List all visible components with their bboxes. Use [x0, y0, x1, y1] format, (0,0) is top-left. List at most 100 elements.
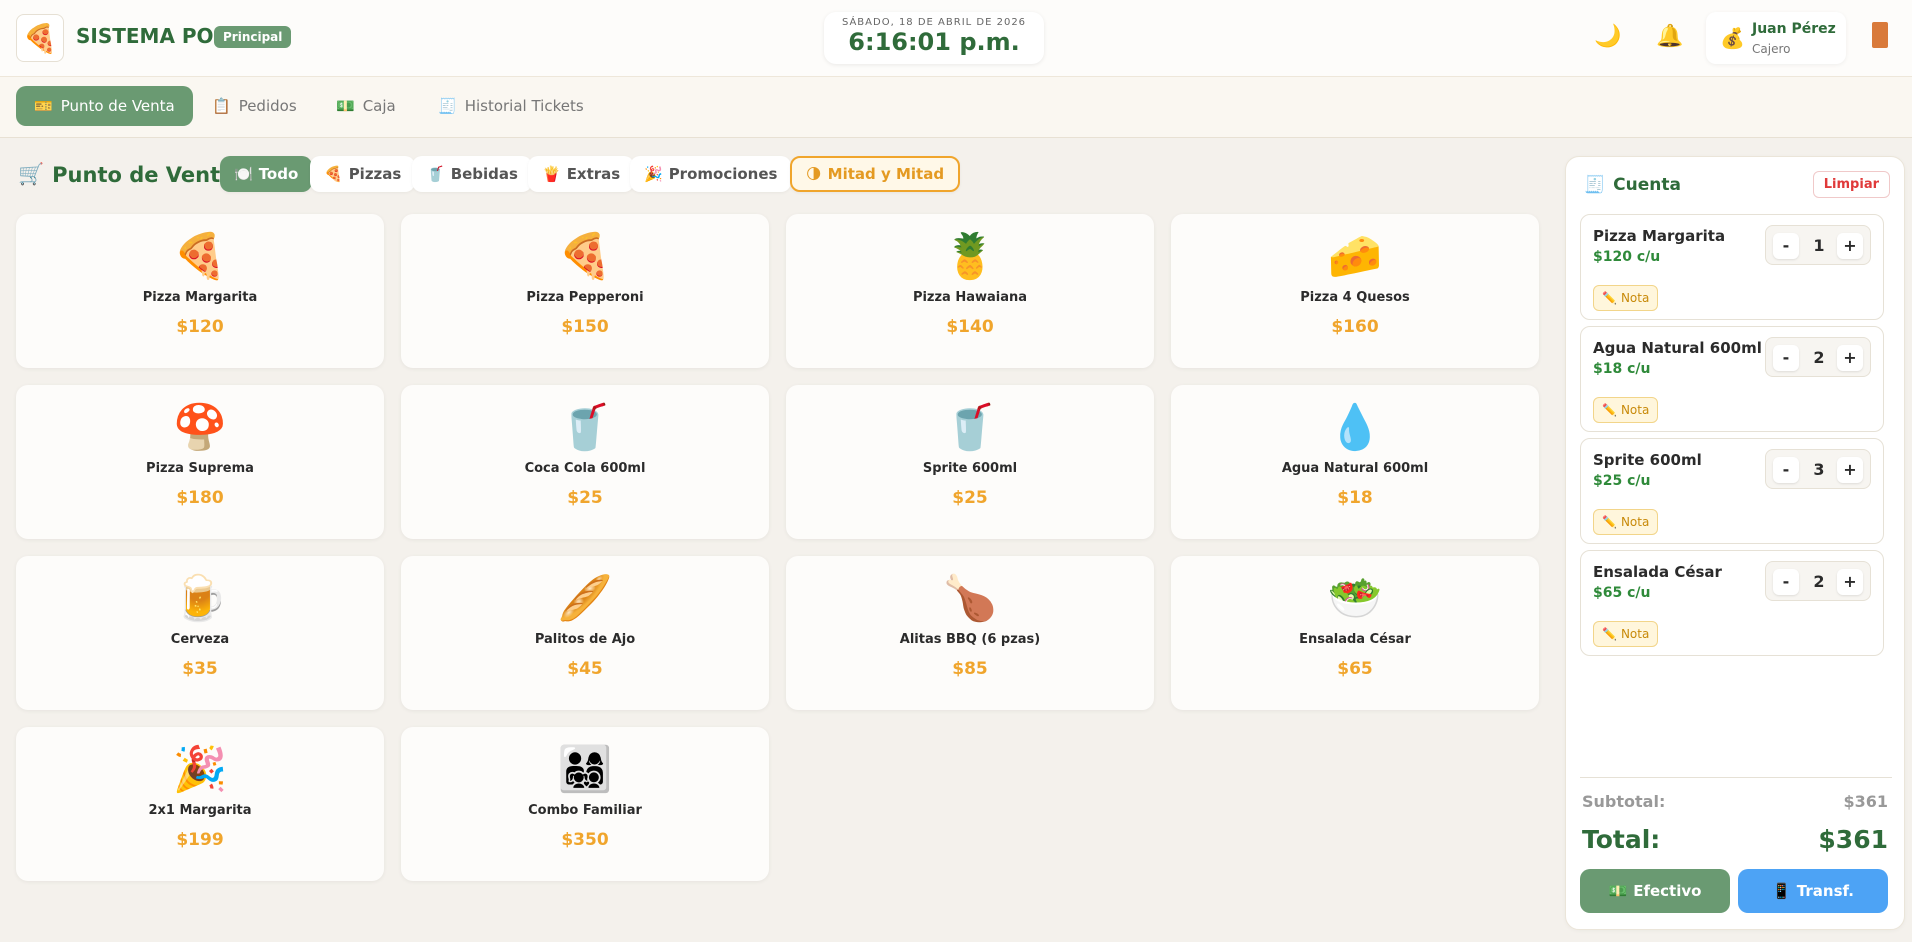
increase-qty-button[interactable]: +: [1837, 233, 1863, 259]
drink-icon: 🥤: [426, 165, 445, 183]
receipt-icon: 🧾: [438, 97, 457, 115]
product-card[interactable]: 👨‍👩‍👧‍👦 Combo Familiar $350: [401, 727, 769, 881]
product-name: Alitas BBQ (6 pzas): [899, 632, 1041, 647]
add-note-button[interactable]: ✏️ Nota: [1593, 285, 1659, 311]
product-price: $45: [567, 659, 603, 679]
quantity-value: 1: [1813, 236, 1825, 255]
decrease-qty-button[interactable]: -: [1773, 569, 1799, 595]
category-label: Todo: [258, 165, 299, 183]
product-card[interactable]: 🍗 Alitas BBQ (6 pzas) $85: [786, 556, 1154, 710]
user-profile[interactable]: 💰 Juan Pérez Cajero: [1706, 12, 1846, 64]
page-title-text: Punto de Venta: [52, 162, 235, 187]
product-name: Pizza Pepperoni: [526, 290, 644, 305]
product-name: Coca Cola 600ml: [524, 461, 646, 476]
clock-time: 6:16:01 p.m.: [848, 28, 1020, 56]
soda-cup-icon: 🥤: [942, 402, 998, 453]
half-circle-icon: 🌗: [806, 165, 822, 183]
note-label: Nota: [1620, 627, 1650, 641]
clock-date: SÁBADO, 18 DE ABRIL DE 2026: [841, 17, 1027, 28]
category-label: Extras: [566, 165, 621, 183]
add-note-button[interactable]: ✏️ Nota: [1593, 621, 1659, 647]
tab-historial-tickets[interactable]: 🧾 Historial Tickets: [420, 86, 602, 126]
bell-icon[interactable]: 🔔: [1656, 24, 1683, 49]
category-extras[interactable]: 🍟 Extras: [528, 156, 635, 192]
decrease-qty-button[interactable]: -: [1773, 345, 1799, 371]
clear-order-button[interactable]: Limpiar: [1812, 171, 1890, 198]
category-label: Pizzas: [348, 165, 402, 183]
main-nav: 🎫 Punto de Venta 📋 Pedidos 💵 Caja 🧾 Hist…: [0, 76, 1912, 138]
pay-transfer-button[interactable]: 📱 Transf.: [1738, 869, 1888, 913]
product-card[interactable]: 🥗 Ensalada César $65: [1171, 556, 1539, 710]
tab-label: Pedidos: [238, 97, 297, 115]
increase-qty-button[interactable]: +: [1837, 457, 1863, 483]
order-item-unit-price: $25 c/u: [1593, 473, 1651, 489]
product-card[interactable]: 🍍 Pizza Hawaiana $140: [786, 214, 1154, 368]
product-card[interactable]: 🧀 Pizza 4 Quesos $160: [1171, 214, 1539, 368]
product-name: Combo Familiar: [528, 803, 642, 818]
add-note-button[interactable]: ✏️ Nota: [1593, 397, 1659, 423]
mushroom-icon: 🍄: [172, 402, 228, 453]
quantity-stepper: - 2 +: [1765, 561, 1871, 601]
product-card[interactable]: 🥤 Coca Cola 600ml $25: [401, 385, 769, 539]
ticket-icon: 🎫: [34, 97, 53, 115]
product-price: $65: [1337, 659, 1373, 679]
logout-door-icon[interactable]: [1872, 22, 1888, 48]
product-card[interactable]: 💧 Agua Natural 600ml $18: [1171, 385, 1539, 539]
product-card[interactable]: 🍕 Pizza Pepperoni $150: [401, 214, 769, 368]
add-note-button[interactable]: ✏️ Nota: [1593, 509, 1659, 535]
decrease-qty-button[interactable]: -: [1773, 457, 1799, 483]
product-card[interactable]: 🍺 Cerveza $35: [16, 556, 384, 710]
phone-icon: 📱: [1772, 882, 1791, 900]
tab-label: Caja: [362, 97, 396, 115]
increase-qty-button[interactable]: +: [1837, 569, 1863, 595]
order-item-name: Agua Natural 600ml: [1593, 339, 1762, 357]
product-card[interactable]: 🥤 Sprite 600ml $25: [786, 385, 1154, 539]
order-item: Sprite 600ml $25 c/u - 3 + ✏️ Nota: [1580, 438, 1884, 544]
tab-caja[interactable]: 💵 Caja: [318, 86, 414, 126]
pizza-icon: 🍕: [324, 165, 343, 183]
pizza-icon: 🍕: [557, 231, 613, 282]
salad-icon: 🥗: [1327, 573, 1383, 624]
product-name: Pizza Suprema: [146, 461, 254, 476]
product-name: Pizza Margarita: [142, 290, 258, 305]
pizza-icon: 🍕: [172, 231, 228, 282]
product-name: Ensalada César: [1299, 632, 1411, 647]
product-card[interactable]: 🍄 Pizza Suprema $180: [16, 385, 384, 539]
cheese-icon: 🧀: [1327, 231, 1383, 282]
tab-punto-de-venta[interactable]: 🎫 Punto de Venta: [16, 86, 193, 126]
category-label: Bebidas: [450, 165, 518, 183]
pineapple-icon: 🍍: [942, 231, 998, 282]
moon-icon[interactable]: 🌙: [1594, 24, 1621, 49]
tab-pedidos[interactable]: 📋 Pedidos: [194, 86, 315, 126]
receipt-icon: 🧾: [1584, 175, 1606, 195]
product-card[interactable]: 🍕 Pizza Margarita $120: [16, 214, 384, 368]
category-mitad-y-mitad[interactable]: 🌗 Mitad y Mitad: [790, 156, 961, 192]
category-bebidas[interactable]: 🥤 Bebidas: [412, 156, 532, 192]
category-label: Mitad y Mitad: [827, 165, 945, 183]
increase-qty-button[interactable]: +: [1837, 345, 1863, 371]
page-title: 🛒 Punto de Venta: [18, 162, 234, 187]
quantity-stepper: - 3 +: [1765, 449, 1871, 489]
category-todo[interactable]: 🍽️ Todo: [220, 156, 313, 192]
product-card[interactable]: 🎉 2x1 Margarita $199: [16, 727, 384, 881]
pencil-icon: ✏️: [1602, 627, 1617, 641]
pizza-logo-icon: 🍕: [16, 14, 64, 62]
category-promociones[interactable]: 🎉 Promociones: [630, 156, 792, 192]
product-card[interactable]: 🥖 Palitos de Ajo $45: [401, 556, 769, 710]
tab-label: Punto de Venta: [60, 97, 175, 115]
beer-mug-icon: 🍺: [172, 573, 228, 624]
order-item: Ensalada César $65 c/u - 2 + ✏️ Nota: [1580, 550, 1884, 656]
fries-icon: 🍟: [542, 165, 561, 183]
water-drop-icon: 💧: [1327, 402, 1383, 453]
product-price: $180: [176, 488, 224, 508]
category-pizzas[interactable]: 🍕 Pizzas: [310, 156, 416, 192]
chicken-leg-icon: 🍗: [942, 573, 998, 624]
product-price: $85: [952, 659, 988, 679]
total-value: $361: [1818, 825, 1888, 854]
decrease-qty-button[interactable]: -: [1773, 233, 1799, 259]
pay-cash-button[interactable]: 💵 Efectivo: [1580, 869, 1730, 913]
category-label: Promociones: [668, 165, 778, 183]
product-price: $150: [561, 317, 609, 337]
money-bag-icon: 💰: [1720, 26, 1745, 50]
product-price: $25: [567, 488, 603, 508]
